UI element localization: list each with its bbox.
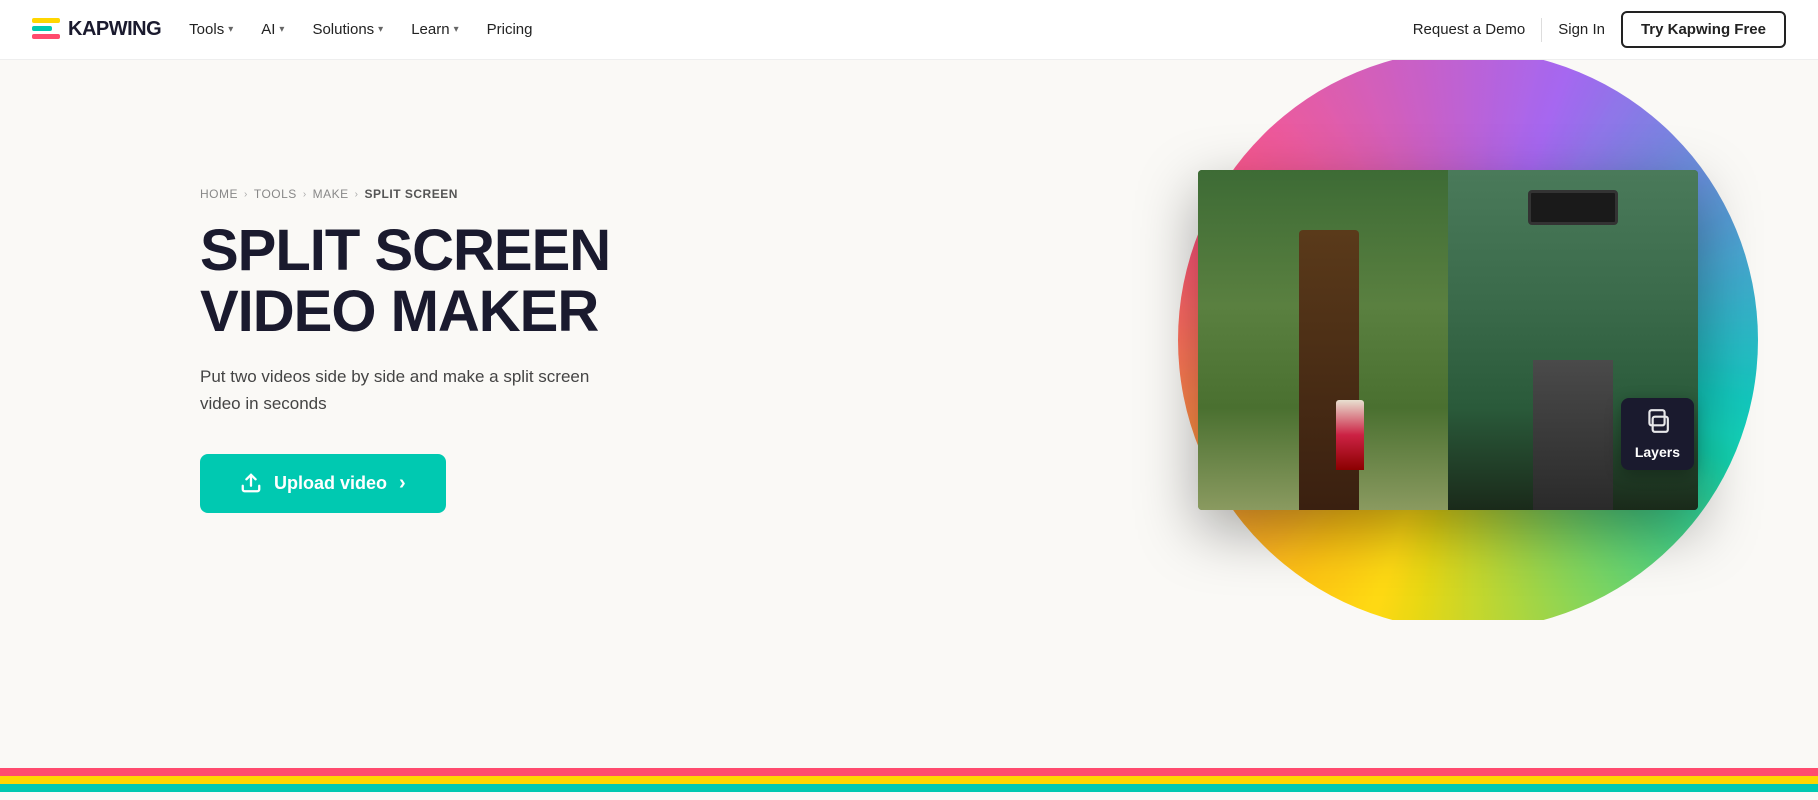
arrow-icon: ›	[399, 472, 406, 495]
breadcrumb-sep-2: ›	[303, 189, 307, 200]
try-kapwing-button[interactable]: Try Kapwing Free	[1621, 11, 1786, 48]
breadcrumb-make[interactable]: MAKE	[313, 187, 349, 201]
bar-red	[0, 768, 1818, 776]
color-bars	[0, 768, 1818, 800]
person-element	[1336, 400, 1364, 470]
nav-divider	[1541, 18, 1542, 42]
rearview-mirror	[1528, 190, 1618, 225]
logo[interactable]: KAPWING	[32, 18, 161, 42]
layers-icon	[1644, 408, 1670, 440]
breadcrumb-sep-3: ›	[355, 189, 359, 200]
logo-text: KAPWING	[68, 18, 161, 41]
navbar: KAPWING Tools ▾ AI ▾ Solutions ▾ Learn ▾…	[0, 0, 1818, 60]
main-content: HOME › TOOLS › MAKE › SPLIT SCREEN SPLIT…	[0, 60, 1818, 620]
breadcrumb: HOME › TOOLS › MAKE › SPLIT SCREEN	[200, 187, 720, 201]
hero-right: Layers	[720, 60, 1818, 620]
chevron-down-icon: ▾	[279, 24, 284, 35]
chevron-down-icon: ▾	[228, 24, 233, 35]
nav-left: KAPWING Tools ▾ AI ▾ Solutions ▾ Learn ▾…	[32, 18, 532, 42]
bar-teal	[0, 784, 1818, 792]
hero-description: Put two videos side by side and make a s…	[200, 363, 620, 417]
breadcrumb-current: SPLIT SCREEN	[365, 187, 458, 201]
layers-label: Layers	[1635, 444, 1680, 460]
nav-solutions[interactable]: Solutions ▾	[312, 21, 383, 38]
nav-pricing[interactable]: Pricing	[487, 21, 533, 38]
request-demo-button[interactable]: Request a Demo	[1413, 21, 1526, 38]
chevron-down-icon: ▾	[378, 24, 383, 35]
upload-button-label: Upload video	[274, 473, 387, 494]
nav-tools[interactable]: Tools ▾	[189, 21, 233, 38]
breadcrumb-tools[interactable]: TOOLS	[254, 187, 297, 201]
chevron-down-icon: ▾	[454, 24, 459, 35]
layers-badge: Layers	[1621, 398, 1694, 470]
breadcrumb-home[interactable]: HOME	[200, 187, 238, 201]
road-element	[1533, 360, 1613, 510]
hero-title: SPLIT SCREEN VIDEO MAKER	[200, 221, 720, 343]
video-panel-forest	[1198, 170, 1448, 510]
sign-in-button[interactable]: Sign In	[1558, 21, 1605, 38]
upload-icon	[240, 472, 262, 494]
nav-learn[interactable]: Learn ▾	[411, 21, 458, 38]
nav-ai[interactable]: AI ▾	[261, 21, 284, 38]
hero-left: HOME › TOOLS › MAKE › SPLIT SCREEN SPLIT…	[200, 167, 720, 512]
nav-right: Request a Demo Sign In Try Kapwing Free	[1413, 11, 1786, 48]
logo-icon	[32, 18, 60, 42]
upload-video-button[interactable]: Upload video ›	[200, 454, 446, 513]
bar-yellow	[0, 776, 1818, 784]
breadcrumb-sep-1: ›	[244, 189, 248, 200]
